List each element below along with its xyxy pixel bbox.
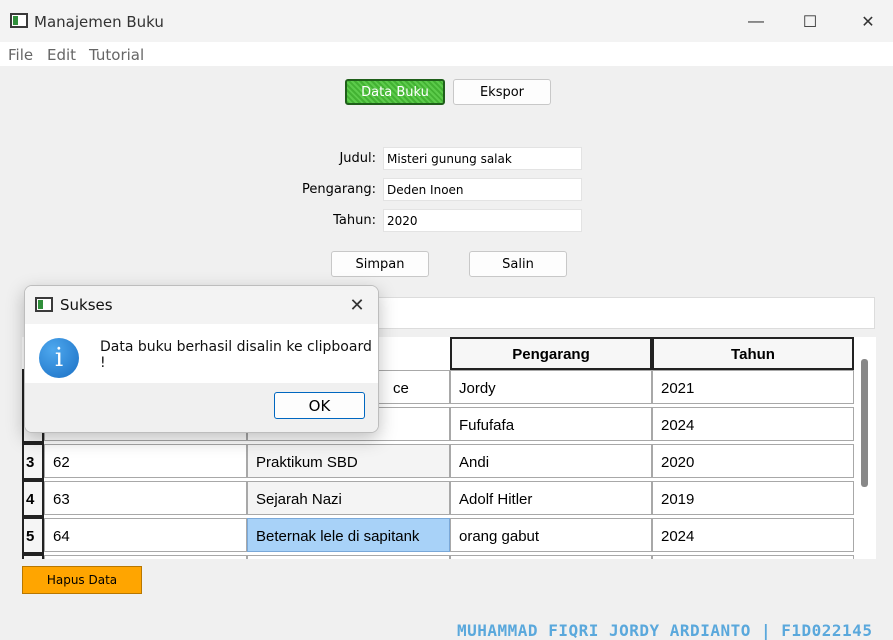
hapus-data-button[interactable]: Hapus Data — [22, 566, 142, 594]
menu-bar: File Edit Tutorial — [0, 42, 893, 66]
cell-judul[interactable]: Sejarah Nazi — [247, 481, 450, 515]
ekspor-button[interactable]: Ekspor — [453, 79, 551, 105]
judul-label: Judul: — [339, 151, 376, 166]
pengarang-label: Pengarang: — [301, 182, 376, 197]
salin-button[interactable]: Salin — [469, 251, 567, 277]
ok-button[interactable]: OK — [274, 392, 365, 419]
cell-tahun[interactable] — [652, 555, 854, 559]
data-buku-button[interactable]: Data Buku — [345, 79, 445, 105]
cell-tahun[interactable]: 2024 — [652, 407, 854, 441]
dialog-message: Data buku berhasil disalin ke clipboard … — [100, 339, 372, 371]
cell-pengarang[interactable] — [450, 555, 652, 559]
footer-credit: MUHAMMAD FIQRI JORDY ARDIANTO | F1D02214… — [457, 621, 873, 640]
info-icon: i — [39, 338, 79, 378]
cell-tahun[interactable]: 2024 — [652, 518, 854, 552]
search-input[interactable] — [378, 297, 875, 329]
cell-pengarang[interactable]: Andi — [450, 444, 652, 478]
title-bar: Manajemen Buku — ☐ ✕ — [0, 0, 893, 42]
app-icon — [10, 13, 28, 28]
cell-judul[interactable]: Praktikum SBD — [247, 444, 450, 478]
cell-judul[interactable] — [247, 555, 450, 559]
tahun-input[interactable]: 2020 — [383, 209, 582, 232]
cell-id[interactable]: 64 — [44, 518, 247, 552]
cell-tahun[interactable]: 2021 — [652, 370, 854, 404]
cell-pengarang[interactable]: Adolf Hitler — [450, 481, 652, 515]
judul-input[interactable]: Misteri gunung salak — [383, 147, 582, 170]
success-dialog: Sukses ✕ i Data buku berhasil disalin ke… — [24, 285, 379, 433]
cell-pengarang[interactable]: Jordy — [450, 370, 652, 404]
dialog-close-icon[interactable]: ✕ — [343, 292, 371, 318]
cell-pengarang[interactable]: Fufufafa — [450, 407, 652, 441]
dialog-body: i Data buku berhasil disalin ke clipboar… — [25, 324, 378, 384]
menu-file[interactable]: File — [8, 46, 33, 64]
cell-id[interactable] — [44, 555, 247, 559]
dialog-title: Sukses — [60, 296, 113, 314]
dialog-title-bar: Sukses ✕ — [25, 286, 378, 324]
simpan-button[interactable]: Simpan — [331, 251, 429, 277]
cell-tahun[interactable]: 2020 — [652, 444, 854, 478]
menu-tutorial[interactable]: Tutorial — [89, 46, 144, 64]
close-button[interactable]: ✕ — [845, 8, 891, 36]
minimize-button[interactable]: — — [733, 8, 779, 36]
header-tahun[interactable]: Tahun — [652, 337, 854, 370]
row-number[interactable] — [22, 554, 44, 559]
row-number[interactable]: 5 — [22, 517, 44, 554]
table-scrollbar[interactable] — [861, 359, 868, 487]
row-number[interactable]: 3 — [22, 443, 44, 480]
cell-id[interactable]: 63 — [44, 481, 247, 515]
cell-id[interactable]: 62 — [44, 444, 247, 478]
cell-pengarang[interactable]: orang gabut — [450, 518, 652, 552]
window-title: Manajemen Buku — [34, 13, 164, 31]
dialog-footer: OK — [25, 383, 378, 432]
tahun-label: Tahun: — [333, 213, 376, 228]
menu-edit[interactable]: Edit — [47, 46, 76, 64]
pengarang-input[interactable]: Deden Inoen — [383, 178, 582, 201]
row-number[interactable]: 4 — [22, 480, 44, 517]
dialog-app-icon — [35, 297, 53, 312]
cell-tahun[interactable]: 2019 — [652, 481, 854, 515]
cell-judul-selected[interactable]: Beternak lele di sapitank — [247, 518, 450, 552]
header-pengarang[interactable]: Pengarang — [450, 337, 652, 370]
maximize-button[interactable]: ☐ — [787, 8, 833, 36]
